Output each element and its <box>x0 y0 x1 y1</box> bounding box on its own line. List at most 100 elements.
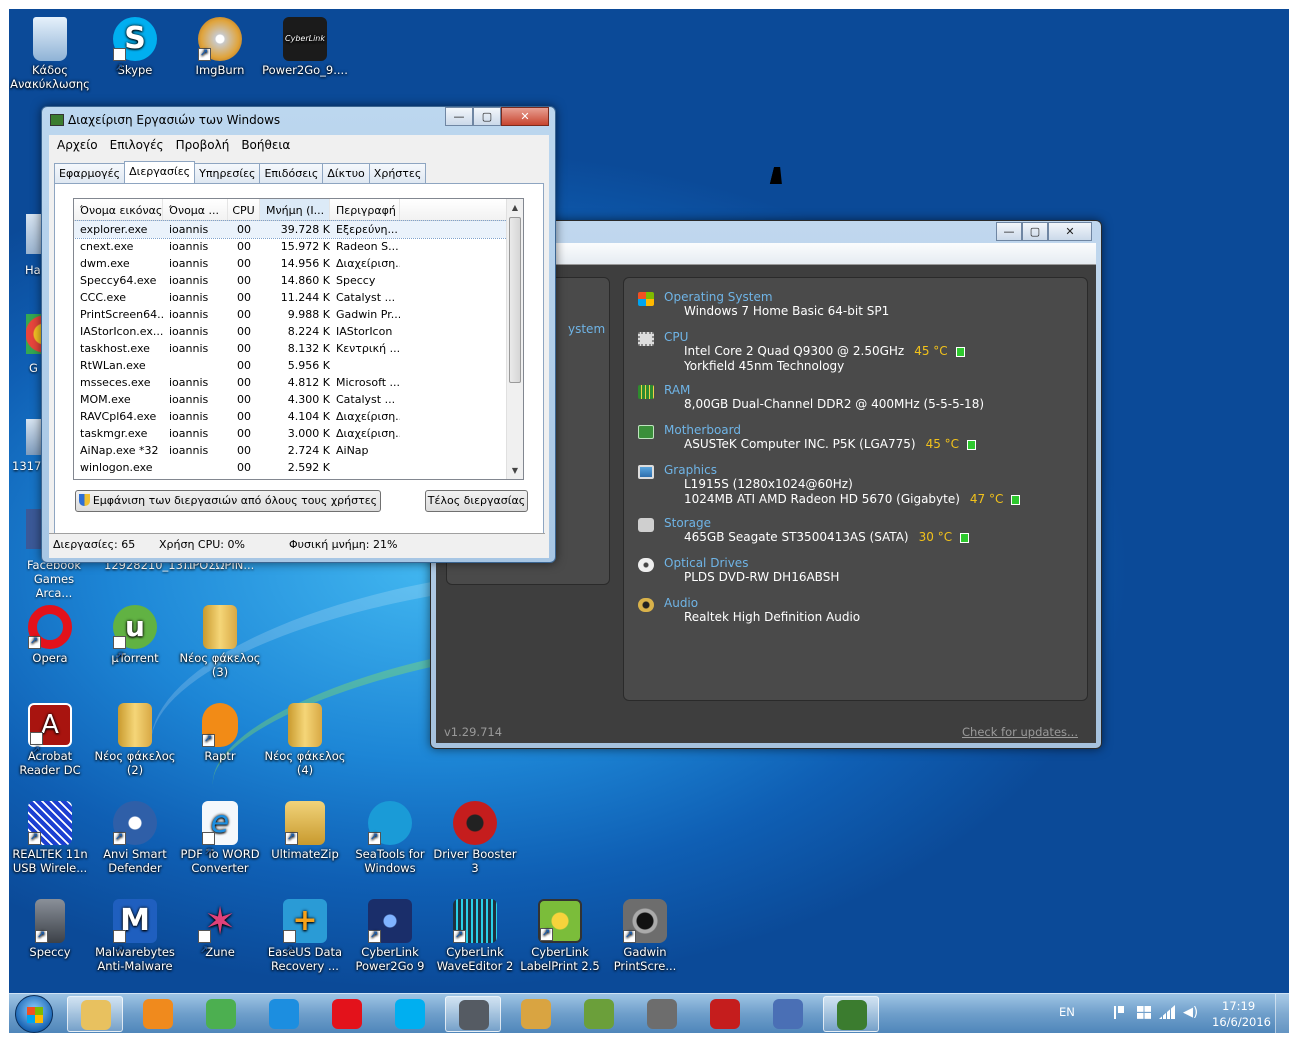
scroll-up-arrow-icon[interactable]: ▲ <box>507 199 523 216</box>
table-row[interactable]: cnext.exe ioannis 00 15.972 K Radeon S... <box>74 238 523 255</box>
desktop-icon-folder-4[interactable]: Νέος φάκελος (4) <box>262 703 348 777</box>
show-all-processes-button[interactable]: Εμφάνιση των διεργασιών από όλους τους χ… <box>75 490 381 512</box>
desktop-icon-ultimatezip[interactable]: UltimateZip <box>262 801 348 861</box>
tab-networking[interactable]: Δίκτυο <box>322 163 370 183</box>
maximize-button[interactable]: ▢ <box>473 107 501 126</box>
desktop-icon-cyberlink-labelprint[interactable]: CyberLink LabelPrint 2.5 <box>517 899 603 973</box>
desktop-icon-power2go[interactable]: CyberLink Power2Go_9.... <box>262 17 348 77</box>
start-button[interactable] <box>15 995 53 1033</box>
desktop-icon-imgburn[interactable]: ImgBurn <box>177 17 263 77</box>
section-label[interactable]: Audio <box>664 596 860 610</box>
desktop-icon-raptr[interactable]: Raptr <box>177 703 263 763</box>
desktop-icon-driver-booster[interactable]: Driver Booster 3 <box>432 801 518 875</box>
table-row[interactable]: AiNap.exe *32 ioannis 00 2.724 K AiNap <box>74 442 523 459</box>
desktop-icon-gadwin[interactable]: Gadwin PrintScre... <box>602 899 688 973</box>
taskbar-skype[interactable] <box>382 996 438 1032</box>
tab-performance[interactable]: Επιδόσεις <box>259 163 324 183</box>
taskbar-chrome[interactable] <box>193 996 249 1032</box>
taskbar-game[interactable] <box>760 996 816 1032</box>
desktop-icon-cyberlink-power2go[interactable]: CyberLink Power2Go 9 <box>347 899 433 973</box>
section-label[interactable]: RAM <box>664 383 984 397</box>
desktop-icon-folder-2[interactable]: Νέος φάκελος (2) <box>92 703 178 777</box>
column-description[interactable]: Περιγραφή <box>330 199 400 220</box>
action-center-flag-icon[interactable] <box>1114 1006 1124 1019</box>
column-cpu[interactable]: CPU <box>228 199 260 220</box>
table-row[interactable]: dwm.exe ioannis 00 14.956 K Διαχείριση... <box>74 255 523 272</box>
menu-help[interactable]: Βοήθεια <box>241 138 290 152</box>
table-row[interactable]: RtWLan.exe 00 5.956 K <box>74 357 523 374</box>
taskbar-opera[interactable] <box>319 996 375 1032</box>
section-label[interactable]: Graphics <box>664 463 1020 477</box>
tab-users[interactable]: Χρήστες <box>368 163 427 183</box>
table-row[interactable]: IAStorIcon.ex... ioannis 00 8.224 K IAStorIc… <box>74 323 523 340</box>
taskbar-usb-drive[interactable] <box>571 996 627 1032</box>
close-button[interactable]: ✕ <box>501 107 549 126</box>
table-row[interactable]: MOM.exe ioannis 00 4.300 K Catalyst ... <box>74 391 523 408</box>
desktop-icon-anvi[interactable]: Anvi Smart Defender <box>92 801 178 875</box>
section-label[interactable]: Operating System <box>664 290 889 304</box>
temperature-graph-icon[interactable] <box>1011 494 1021 505</box>
tab-processes[interactable]: Διεργασίες <box>124 161 196 183</box>
table-row[interactable]: explorer.exe ioannis 00 39.728 K Εξερεύνη... <box>74 220 523 239</box>
clock-date[interactable]: 16/6/2016 <box>1212 1015 1271 1029</box>
temperature-graph-icon[interactable] <box>955 346 965 357</box>
taskbar-speccy[interactable] <box>445 996 501 1032</box>
temperature-graph-icon[interactable] <box>960 532 970 543</box>
section-label[interactable]: Motherboard <box>664 423 976 437</box>
windows-tray-icon[interactable] <box>1137 1006 1151 1019</box>
table-row[interactable]: winlogon.exe 00 2.592 K <box>74 459 523 476</box>
desktop-icon-speccy[interactable]: Speccy <box>9 899 93 959</box>
table-row[interactable]: PrintScreen64... ioannis 00 9.988 K Gadwin P… <box>74 306 523 323</box>
desktop-icon-recycle-bin[interactable]: Κάδος Ανακύκλωσης <box>9 17 93 91</box>
language-indicator[interactable]: EN <box>1059 1005 1075 1019</box>
column-image-name[interactable]: Όνομα εικόνας <box>74 199 163 220</box>
desktop-icon-acrobat[interactable]: A Acrobat Reader DC <box>9 703 93 777</box>
speccy-maximize-button[interactable]: ▢ <box>1022 222 1048 241</box>
column-user-name[interactable]: Όνομα ... <box>163 199 228 220</box>
desktop-icon-realtek[interactable]: REALTEK 11n USB Wirele... <box>9 801 93 875</box>
desktop-icon-easeus[interactable]: + EaseUS Data Recovery ... <box>262 899 348 973</box>
taskbar-driver-booster[interactable] <box>697 996 753 1032</box>
process-list[interactable]: Όνομα εικόνας Όνομα ... CPU Μνήμη (Ι... … <box>73 198 524 480</box>
desktop-icon-opera[interactable]: Opera <box>9 605 93 665</box>
menu-options[interactable]: Επιλογές <box>110 138 164 152</box>
check-for-updates-link[interactable]: Check for updates... <box>962 725 1078 739</box>
speccy-minimize-button[interactable]: — <box>996 222 1022 241</box>
desktop-icon-seatools[interactable]: SeaTools for Windows <box>347 801 433 875</box>
desktop-icon-utorrent[interactable]: u µTorrent <box>92 605 178 679</box>
desktop-icon-pdf-to-word[interactable]: e PDF To WORD Converter <box>177 801 263 875</box>
menu-view[interactable]: Προβολή <box>176 138 230 152</box>
tab-applications[interactable]: Εφαρμογές <box>54 163 126 183</box>
show-desktop-button[interactable] <box>1275 994 1289 1034</box>
scrollbar-thumb[interactable] <box>509 217 521 383</box>
section-label[interactable]: CPU <box>664 330 965 344</box>
scroll-down-arrow-icon[interactable]: ▼ <box>507 462 523 479</box>
desktop-icon-malwarebytes[interactable]: M Malwarebytes Anti-Malware <box>92 899 178 973</box>
clock-time[interactable]: 17:19 <box>1222 999 1255 1013</box>
desktop-icon-zune[interactable]: ✶ Zune <box>177 899 263 973</box>
tab-services[interactable]: Υπηρεσίες <box>194 163 261 183</box>
taskbar-ie[interactable] <box>256 996 312 1032</box>
desktop-icon-folder-3[interactable]: Νέος φάκελος (3) <box>177 605 263 679</box>
desktop-icon-cyberlink-waveeditor[interactable]: CyberLink WaveEditor 2 <box>432 899 518 973</box>
end-process-button[interactable]: Τέλος διεργασίας <box>425 490 528 512</box>
taskbar-task-manager[interactable] <box>823 996 879 1032</box>
table-row[interactable]: taskmgr.exe ioannis 00 3.000 K Διαχείριση... <box>74 425 523 442</box>
table-row[interactable]: CCC.exe ioannis 00 11.244 K Catalyst ... <box>74 289 523 306</box>
speccy-close-button[interactable]: ✕ <box>1048 222 1092 241</box>
network-icon[interactable] <box>1159 1005 1175 1019</box>
taskbar-media-player[interactable] <box>130 996 186 1032</box>
taskbar-imgburn[interactable] <box>508 996 564 1032</box>
section-label[interactable]: Optical Drives <box>664 556 839 570</box>
taskbar-explorer[interactable] <box>67 996 123 1032</box>
minimize-button[interactable]: — <box>445 107 473 126</box>
section-label[interactable]: Storage <box>664 516 969 530</box>
volume-icon[interactable]: ◀) <box>1183 1006 1198 1019</box>
table-row[interactable]: RAVCpl64.exe ioannis 00 4.104 K Διαχείριση..… <box>74 408 523 425</box>
vertical-scrollbar[interactable]: ▲ ▼ <box>506 199 523 479</box>
task-manager-window[interactable]: Διαχείριση Εργασιών των Windows — ▢ ✕ Αρ… <box>41 106 556 563</box>
table-row[interactable]: Speccy64.exe ioannis 00 14.860 K Speccy <box>74 272 523 289</box>
desktop-icon-skype[interactable]: S Skype <box>92 17 178 91</box>
table-row[interactable]: msseces.exe ioannis 00 4.812 K Microsoft ... <box>74 374 523 391</box>
menu-file[interactable]: Αρχείο <box>57 138 98 152</box>
